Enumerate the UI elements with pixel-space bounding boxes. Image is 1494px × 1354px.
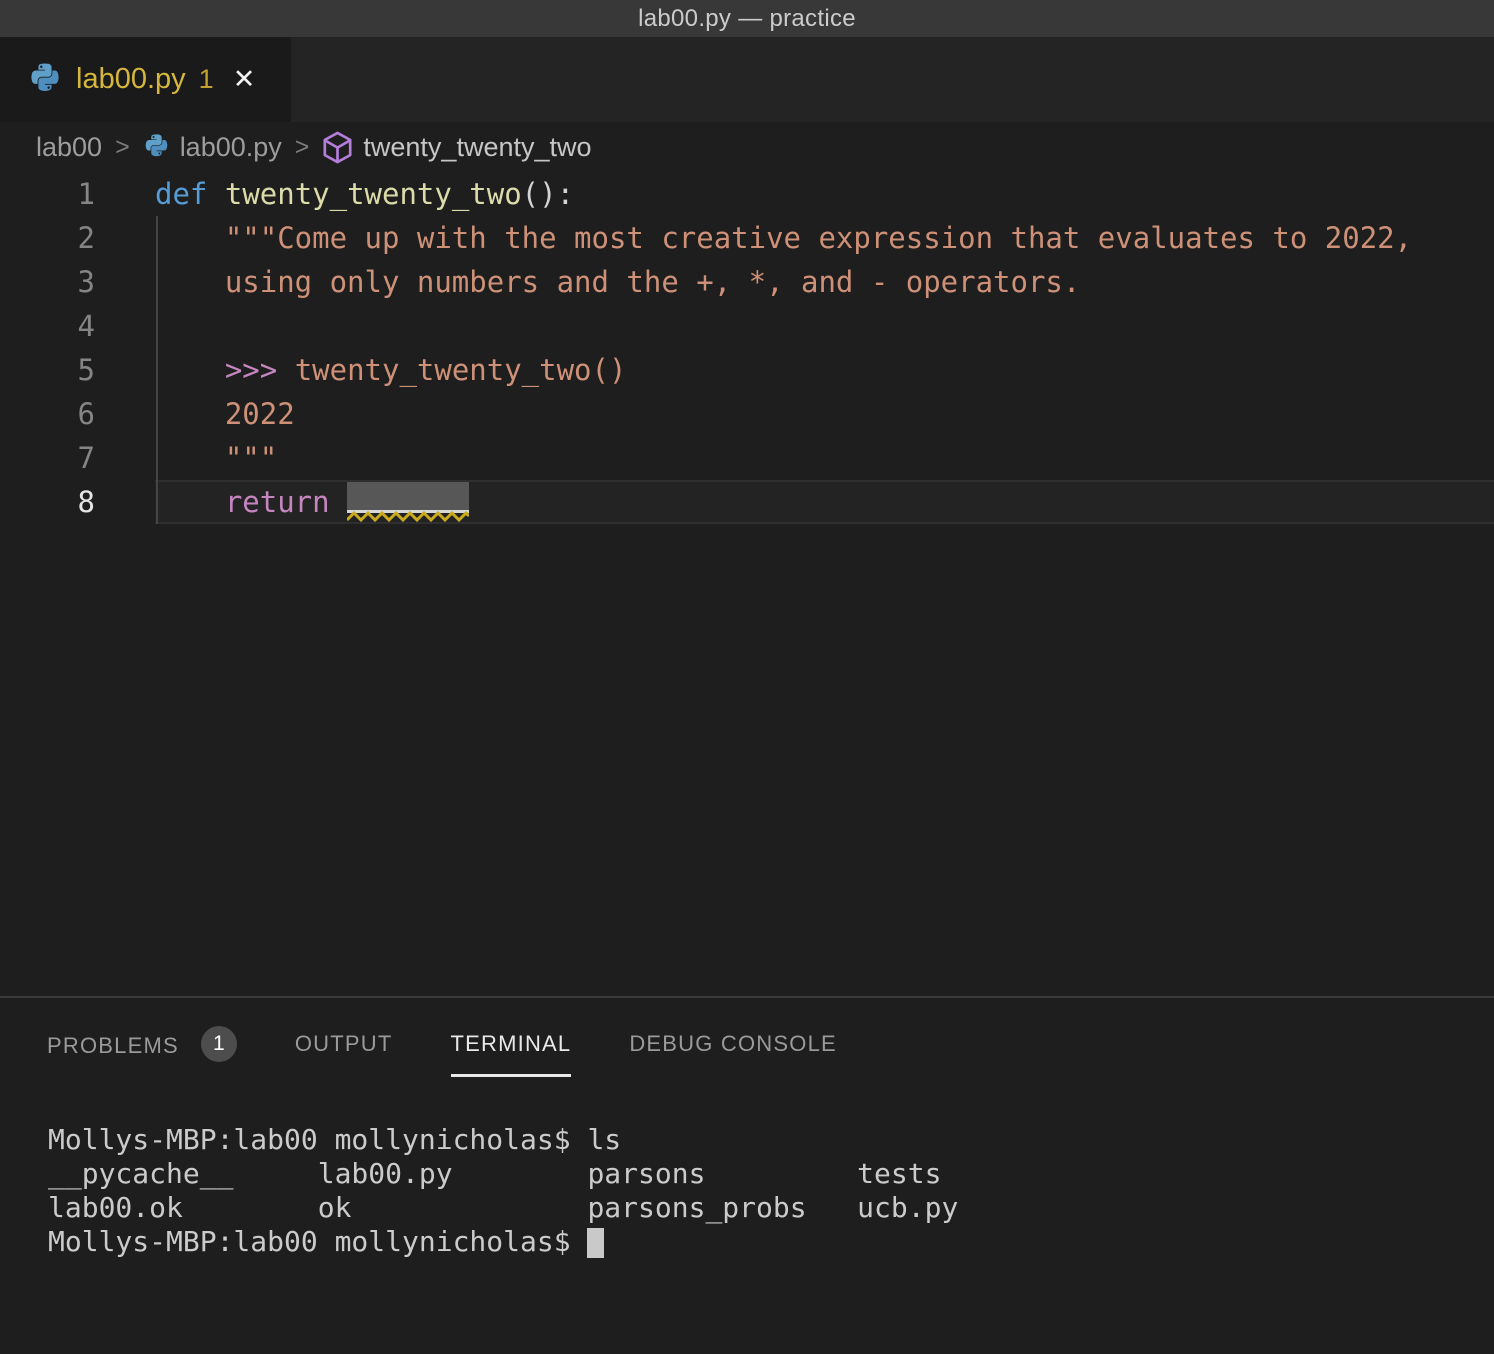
code-line[interactable]: 5 >>> twenty_twenty_two() [0,348,1494,392]
symbol-cube-icon [322,131,353,164]
terminal-output[interactable]: Mollys-MBP:lab00 mollynicholas$ ls__pyca… [48,1123,1494,1259]
python-icon [143,134,170,161]
terminal-line: Mollys-MBP:lab00 mollynicholas$ [48,1225,1494,1259]
vscode-window: lab00.py — practice lab00.py 1 ✕ lab00 >… [0,0,1494,1354]
code-text [155,304,1494,348]
tab-lab00py[interactable]: lab00.py 1 ✕ [0,37,291,122]
terminal-line: __pycache__ lab00.py parsons tests [48,1157,1494,1191]
code-line[interactable]: 7 """ [0,436,1494,480]
panel-tab-problems[interactable]: PROBLEMS1 [47,1030,237,1081]
code-text: >>> twenty_twenty_two() [155,348,1494,392]
chevron-right-icon: > [295,133,310,162]
panel-tab-terminal[interactable]: TERMINAL [451,1030,572,1077]
indent-guide [156,216,158,524]
panel-tab-debug-console[interactable]: DEBUG CONSOLE [629,1030,837,1077]
close-icon[interactable]: ✕ [233,64,256,95]
panel-tab-label: DEBUG CONSOLE [629,1030,837,1058]
panel-tab-label: TERMINAL [451,1030,572,1058]
code-line[interactable]: 1 def twenty_twenty_two(): [0,172,1494,216]
line-number: 3 [0,260,95,304]
code-text: return [155,480,1494,524]
problems-count-badge: 1 [201,1026,237,1062]
window-title: lab00.py — practice [638,5,856,33]
tab-problem-count: 1 [199,64,214,95]
panel-tab-label: PROBLEMS [47,1032,179,1060]
code-text: """Come up with the most creative expres… [155,216,1494,260]
code-editor[interactable]: 1def twenty_twenty_two():2 """Come up wi… [0,172,1494,996]
code-line[interactable]: 6 2022 [0,392,1494,436]
terminal-line: lab00.ok ok parsons_probs ucb.py [48,1191,1494,1225]
code-lines: 1def twenty_twenty_two():2 """Come up wi… [0,172,1494,524]
line-number: 5 [0,348,95,392]
code-line[interactable]: 8 return [0,480,1494,524]
code-text: using only numbers and the +, *, and - o… [155,260,1494,304]
chevron-right-icon: > [115,133,130,162]
line-number: 7 [0,436,95,480]
line-number: 6 [0,392,95,436]
line-number: 2 [0,216,95,260]
tab-strip: lab00.py 1 ✕ [0,37,1494,122]
python-icon [28,63,62,97]
breadcrumb: lab00 > lab00.py > twenty_twenty_two [0,122,1494,172]
breadcrumb-folder[interactable]: lab00 [36,132,102,163]
code-line[interactable]: 3 using only numbers and the +, *, and -… [0,260,1494,304]
panel-tab-label: OUTPUT [295,1030,393,1058]
code-line[interactable]: 2 """Come up with the most creative expr… [0,216,1494,260]
code-text: def twenty_twenty_two(): [155,172,1494,216]
panel-tab-output[interactable]: OUTPUT [295,1030,393,1077]
tab-filename: lab00.py [76,63,186,96]
breadcrumb-symbol[interactable]: twenty_twenty_two [363,132,591,163]
terminal-cursor [587,1228,604,1258]
titlebar: lab00.py — practice [0,0,1494,37]
panel-tabs: PROBLEMS1OUTPUTTERMINALDEBUG CONSOLE [0,998,1494,1081]
bottom-panel: PROBLEMS1OUTPUTTERMINALDEBUG CONSOLE Mol… [0,996,1494,1354]
line-number: 8 [0,480,95,524]
whitespace-selection [347,482,469,513]
code-text: 2022 [155,392,1494,436]
line-number: 1 [0,172,95,216]
line-number: 4 [0,304,95,348]
warning-squiggle-icon [347,511,469,522]
code-text: """ [155,436,1494,480]
breadcrumb-file[interactable]: lab00.py [180,132,282,163]
code-line[interactable]: 4 [0,304,1494,348]
terminal-line: Mollys-MBP:lab00 mollynicholas$ ls [48,1123,1494,1157]
